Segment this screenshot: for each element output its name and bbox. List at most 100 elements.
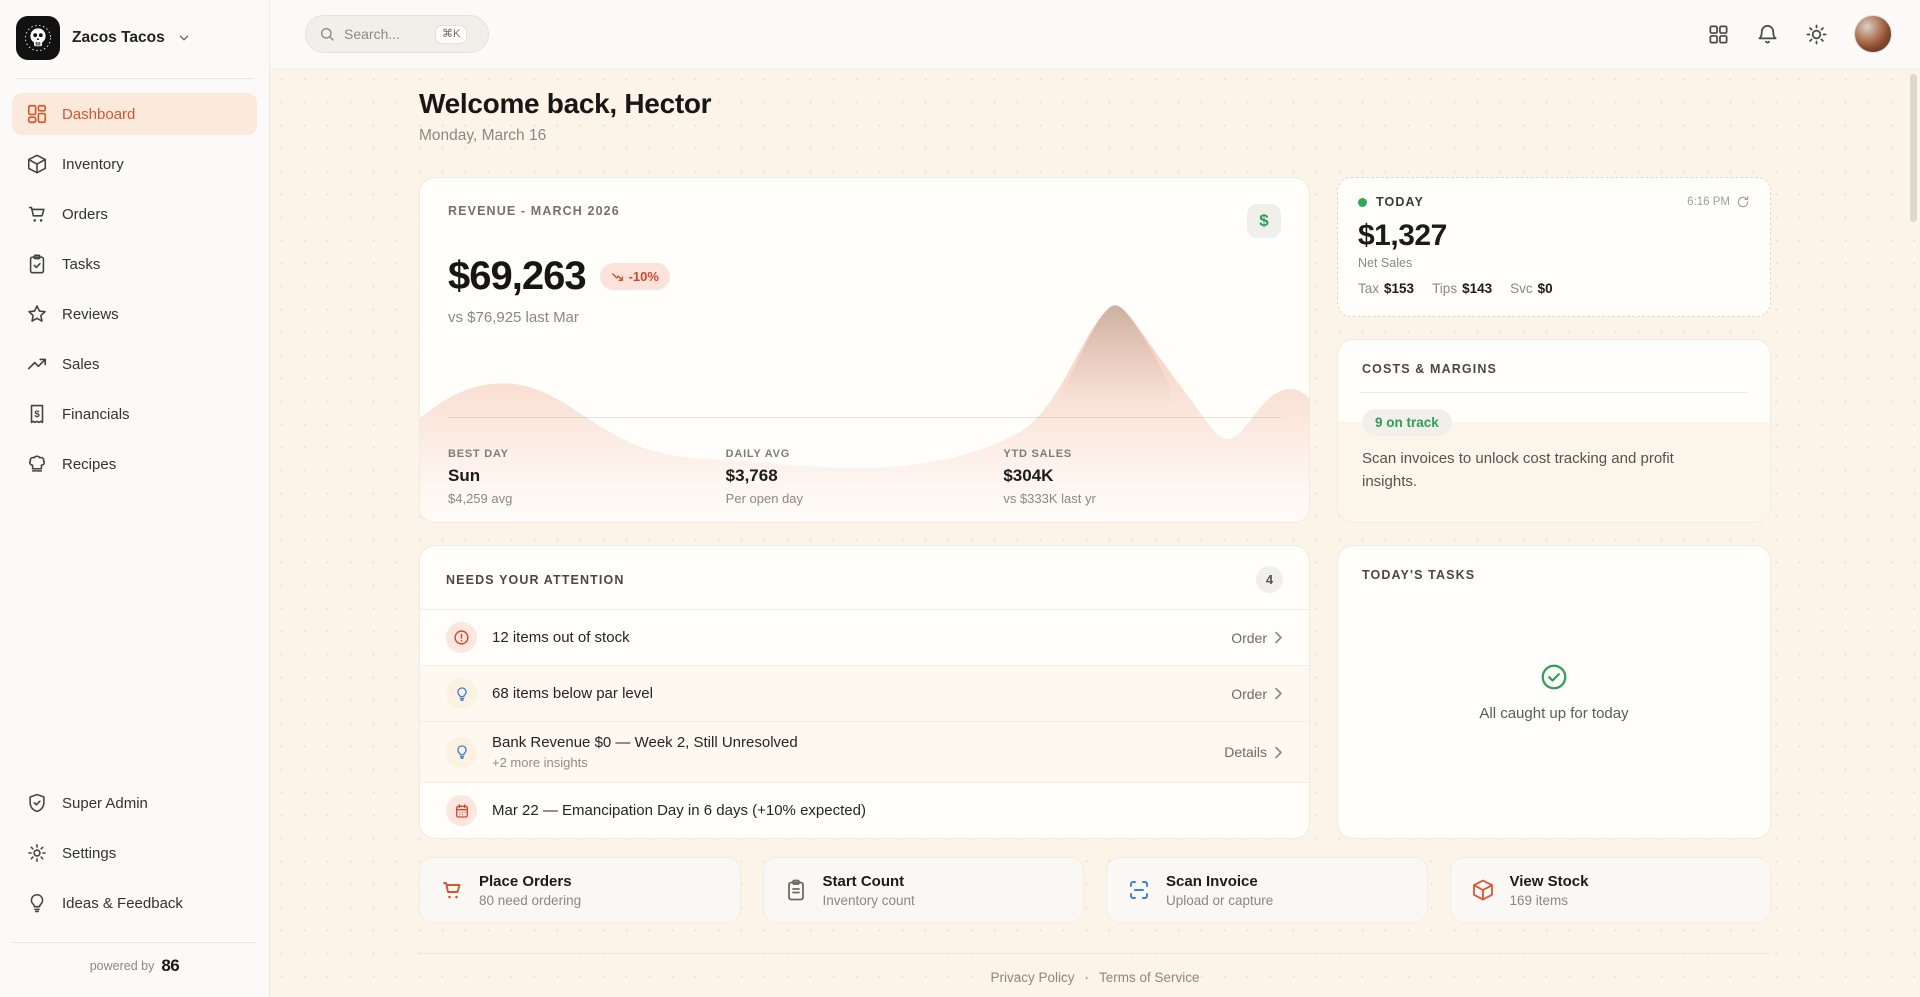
skull-icon: [23, 23, 53, 53]
search-box[interactable]: ⌘K: [305, 15, 489, 53]
sidebar-item-settings[interactable]: Settings: [12, 832, 257, 874]
sidebar-divider: [16, 78, 253, 79]
sidebar: Zacos Tacos Dashboard Inventory Orders T…: [0, 0, 270, 997]
today-breakdown: Tax$153 Tips$143 Svc$0: [1358, 281, 1750, 296]
sidebar-item-reviews[interactable]: Reviews: [12, 293, 257, 335]
attention-row-bank-revenue[interactable]: Bank Revenue $0 — Week 2, Still Unresolv…: [420, 721, 1309, 782]
costs-margins-card: COSTS & MARGINS 9 on track Scan invoices…: [1337, 339, 1771, 523]
dashboard-icon: [26, 103, 48, 125]
chevron-down-icon: [177, 31, 191, 45]
sidebar-item-dashboard[interactable]: Dashboard: [12, 93, 257, 135]
stat-label: DAILY AVG: [726, 448, 1004, 460]
clipboard-icon: [784, 878, 808, 902]
sidebar-item-orders[interactable]: Orders: [12, 193, 257, 235]
attention-title: NEEDS YOUR ATTENTION: [446, 573, 625, 587]
notifications-button[interactable]: [1756, 23, 1779, 46]
stat-label: BEST DAY: [448, 448, 726, 460]
terms-of-service-link[interactable]: Terms of Service: [1099, 970, 1200, 985]
today-tax: Tax$153: [1358, 281, 1414, 296]
today-card: TODAY 6:16 PM $1,327 Net Sales Tax$153 T…: [1337, 177, 1771, 317]
check-circle-icon: [1539, 662, 1569, 692]
sidebar-item-sales[interactable]: Sales: [12, 343, 257, 385]
scrollbar-thumb[interactable]: [1910, 74, 1917, 222]
sidebar-item-tasks[interactable]: Tasks: [12, 243, 257, 285]
action-title: View Stock: [1510, 873, 1589, 890]
search-input[interactable]: [344, 26, 426, 42]
sidebar-item-label: Orders: [62, 206, 108, 223]
scan-invoice-button[interactable]: Scan Invoice Upload or capture: [1106, 857, 1428, 923]
sidebar-item-label: Tasks: [62, 256, 100, 273]
sidebar-item-label: Financials: [62, 406, 130, 423]
start-count-button[interactable]: Start Count Inventory count: [763, 857, 1085, 923]
today-title: TODAY: [1376, 195, 1424, 209]
attention-row-below-par[interactable]: 68 items below par level Order: [420, 665, 1309, 721]
stat-best-day: BEST DAY Sun $4,259 avg: [448, 448, 726, 506]
action-subtitle: Inventory count: [823, 893, 915, 908]
action-title: Place Orders: [479, 873, 581, 890]
user-avatar[interactable]: [1854, 15, 1892, 53]
apps-grid-icon: [1707, 23, 1730, 46]
sidebar-item-financials[interactable]: $ Financials: [12, 393, 257, 435]
sidebar-item-label: Recipes: [62, 456, 116, 473]
sidebar-item-inventory[interactable]: Inventory: [12, 143, 257, 185]
attention-count-badge: 4: [1256, 566, 1283, 593]
stat-value: $3,768: [726, 466, 1004, 486]
trending-down-icon: [611, 270, 624, 283]
view-stock-button[interactable]: View Stock 169 items: [1450, 857, 1772, 923]
stat-sub: vs $333K last yr: [1003, 491, 1281, 506]
action-title: Scan Invoice: [1166, 873, 1273, 890]
costs-note-panel: Scan invoices to unlock cost tracking an…: [1338, 422, 1770, 522]
stat-value: $304K: [1003, 466, 1281, 486]
refresh-icon[interactable]: [1736, 195, 1750, 209]
powered-by: powered by 86: [12, 942, 257, 991]
tasks-empty-state: All caught up for today: [1362, 582, 1746, 816]
sidebar-item-super-admin[interactable]: Super Admin: [12, 782, 257, 824]
page-footer: Privacy Policy · Terms of Service: [419, 953, 1771, 997]
topbar: ⌘K: [270, 0, 1920, 68]
workspace-switcher[interactable]: Zacos Tacos: [0, 0, 269, 74]
attention-row-title: Bank Revenue $0 — Week 2, Still Unresolv…: [492, 734, 798, 751]
today-tips: Tips$143: [1432, 281, 1492, 296]
action-subtitle: Upload or capture: [1166, 893, 1273, 908]
action-subtitle: 80 need ordering: [479, 893, 581, 908]
order-link[interactable]: Order: [1231, 686, 1283, 702]
today-net-sales-label: Net Sales: [1358, 256, 1750, 270]
attention-row-out-of-stock[interactable]: 12 items out of stock Order: [420, 609, 1309, 665]
lightbulb-icon: [446, 678, 477, 709]
attention-row-holiday[interactable]: Mar 22 — Emancipation Day in 6 days (+10…: [420, 782, 1309, 838]
sun-icon: [1805, 23, 1828, 46]
sidebar-item-label: Inventory: [62, 156, 124, 173]
today-time-value: 6:16 PM: [1687, 196, 1730, 208]
bell-icon: [1756, 23, 1779, 46]
attention-header: NEEDS YOUR ATTENTION 4: [420, 546, 1309, 609]
action-text: Start Count Inventory count: [823, 873, 915, 908]
stat-label: YTD SALES: [1003, 448, 1281, 460]
stat-sub: $4,259 avg: [448, 491, 726, 506]
cart-icon: [26, 203, 48, 225]
revenue-change-badge: -10%: [600, 263, 670, 290]
sidebar-item-recipes[interactable]: Recipes: [12, 443, 257, 485]
chef-hat-icon: [26, 453, 48, 475]
attention-row-subtitle: +2 more insights: [492, 755, 798, 770]
attention-row-text: Bank Revenue $0 — Week 2, Still Unresolv…: [492, 734, 798, 770]
details-link[interactable]: Details: [1224, 744, 1283, 760]
apps-grid-button[interactable]: [1707, 23, 1730, 46]
theme-toggle-button[interactable]: [1805, 23, 1828, 46]
box-icon: [1471, 878, 1495, 902]
cart-icon: [440, 878, 464, 902]
action-subtitle: 169 items: [1510, 893, 1589, 908]
sidebar-item-ideas-feedback[interactable]: Ideas & Feedback: [12, 882, 257, 924]
alert-circle-icon: [446, 622, 477, 653]
privacy-policy-link[interactable]: Privacy Policy: [990, 970, 1074, 985]
order-link[interactable]: Order: [1231, 630, 1283, 646]
dollar-icon[interactable]: $: [1247, 204, 1281, 238]
quick-actions: Place Orders 80 need ordering Start Coun…: [419, 857, 1771, 923]
topbar-actions: [1707, 15, 1892, 53]
sidebar-item-label: Sales: [62, 356, 100, 373]
dashboard-grid: REVENUE - MARCH 2026 $ $69,263 -10% vs $…: [419, 177, 1771, 839]
action-text: View Stock 169 items: [1510, 873, 1589, 908]
place-orders-button[interactable]: Place Orders 80 need ordering: [419, 857, 741, 923]
powered-by-brand: 86: [161, 956, 179, 976]
right-column-top: TODAY 6:16 PM $1,327 Net Sales Tax$153 T…: [1337, 177, 1771, 523]
star-icon: [26, 303, 48, 325]
